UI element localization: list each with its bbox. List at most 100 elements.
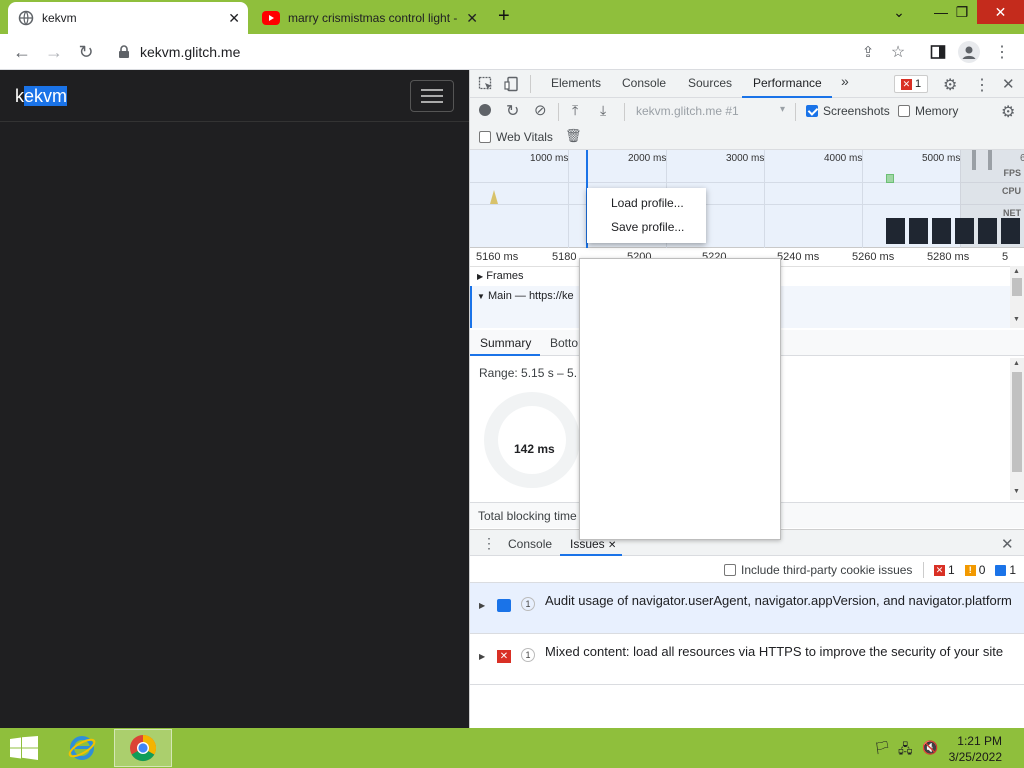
profile-avatar-icon[interactable] xyxy=(957,40,981,64)
address-bar[interactable]: kekvm.glitch.me xyxy=(106,38,846,66)
load-profile-menu-item[interactable]: Load profile... xyxy=(587,194,706,218)
clear-icon[interactable]: ⊘ xyxy=(534,101,547,119)
range-text: Range: 5.15 s – 5. xyxy=(479,366,578,380)
chrome-menu-icon[interactable]: ⋮ xyxy=(990,40,1014,64)
internet-explorer-icon[interactable] xyxy=(53,729,111,767)
chevron-down-icon[interactable]: ▾ xyxy=(780,104,785,115)
reload-record-icon[interactable]: ↻ xyxy=(506,101,519,121)
tab-search-icon[interactable]: ⌄ xyxy=(878,0,920,24)
close-tab-icon[interactable]: ✕ xyxy=(228,10,240,27)
close-tab-icon[interactable]: ✕ xyxy=(466,10,478,27)
warning-count: 0 xyxy=(978,563,986,577)
timeline-overview[interactable]: 1000 ms 2000 ms 3000 ms 4000 ms 5000 ms … xyxy=(470,150,1024,248)
address-text: kekvm.glitch.me xyxy=(140,44,241,60)
overview-tick: 5000 ms xyxy=(922,153,961,164)
upload-profile-icon[interactable]: ⤒ xyxy=(572,102,578,119)
donut-total: 142 ms xyxy=(514,442,555,456)
drawer-menu-icon[interactable]: ⋮ xyxy=(482,535,496,552)
summary-scrollbar[interactable]: ▲ ▼ xyxy=(1010,358,1024,500)
chrome-taskbar-icon[interactable] xyxy=(114,729,172,767)
issue-row[interactable]: ▶ 1 Audit usage of navigator.userAgent, … xyxy=(470,583,1024,634)
issues-toolbar: Include third-party cookie issues ✕ 1 ! 0 … xyxy=(470,556,1024,583)
share-icon[interactable]: ⇪ xyxy=(856,40,880,64)
inspect-element-icon[interactable] xyxy=(478,76,494,92)
system-clock[interactable]: 1:21 PM 3/25/2022 xyxy=(949,733,1002,765)
detail-tick: 5240 ms xyxy=(777,251,820,263)
drawer-tab-console[interactable]: Console xyxy=(508,537,552,551)
expand-arrow-icon[interactable]: ▶ xyxy=(479,652,485,661)
tab-title: kekvm xyxy=(42,11,77,25)
screenshot-thumbnail xyxy=(909,218,928,244)
close-drawer-icon[interactable]: ✕ xyxy=(1001,535,1014,553)
record-icon[interactable] xyxy=(479,104,491,116)
frames-track[interactable]: ▶ Frames xyxy=(477,270,524,282)
capture-settings-icon[interactable]: ⚙ xyxy=(1001,102,1015,122)
issue-count: 1 xyxy=(521,597,535,611)
tab-summary[interactable]: Summary xyxy=(480,336,531,350)
screenshots-checkbox[interactable]: Screenshots xyxy=(806,104,890,118)
brand-logo[interactable]: kekvm xyxy=(15,86,68,107)
main-label: Main — https://ke xyxy=(487,290,574,302)
tab-youtube[interactable]: marry crismistmas control light - ✕ xyxy=(252,2,486,34)
tab-console[interactable]: Console xyxy=(622,76,666,90)
memory-label: Memory xyxy=(915,104,959,118)
windows-start-icon[interactable] xyxy=(10,736,38,763)
detail-tick: 5180 xyxy=(552,251,577,263)
issue-counters[interactable]: ✕ 1 ! 0 1 xyxy=(934,563,1016,577)
web-vitals-checkbox[interactable]: Web Vitals xyxy=(479,130,553,144)
profile-select[interactable]: kekvm.glitch.me #1 xyxy=(636,104,739,118)
navbar-toggle-button[interactable] xyxy=(410,80,454,112)
tab-sources[interactable]: Sources xyxy=(688,76,732,90)
network-icon[interactable]: 🖧 xyxy=(898,740,913,762)
selection-end-handle[interactable] xyxy=(972,150,976,170)
settings-gear-icon[interactable]: ⚙ xyxy=(943,75,957,95)
clock-time: 1:21 PM xyxy=(957,734,1002,748)
download-profile-icon[interactable]: ⤓ xyxy=(600,102,606,119)
action-center-flag-icon[interactable]: 🏳 xyxy=(874,740,891,756)
error-count-badge[interactable]: ✕ 1 xyxy=(894,75,928,93)
expand-arrow-icon[interactable]: ▶ xyxy=(479,601,485,610)
close-devtools-icon[interactable]: ✕ xyxy=(1002,75,1015,93)
memory-checkbox[interactable]: Memory xyxy=(898,104,958,118)
reload-button[interactable]: ↻ xyxy=(74,40,98,64)
back-button[interactable]: ← xyxy=(10,40,34,64)
screenshot-thumbnail xyxy=(978,218,997,244)
detail-tick: 5260 ms xyxy=(852,251,895,263)
new-tab-button[interactable]: + xyxy=(498,5,510,28)
tab-performance[interactable]: Performance xyxy=(753,76,822,90)
side-panel-icon[interactable] xyxy=(926,40,950,64)
volume-muted-icon[interactable]: 🔇 xyxy=(922,740,938,756)
issue-text: Mixed content: load all resources via HT… xyxy=(545,644,1004,659)
tab-bottom-up[interactable]: Botto xyxy=(550,336,578,350)
error-icon: ✕ xyxy=(934,564,945,576)
info-icon xyxy=(995,564,1007,576)
overview-tick: 2000 ms xyxy=(628,153,667,164)
more-tabs-button[interactable]: » xyxy=(841,73,849,89)
blank-dropdown-popup xyxy=(579,258,781,540)
bookmark-star-icon[interactable]: ☆ xyxy=(886,40,910,64)
overview-tick: 1000 ms xyxy=(530,153,569,164)
globe-icon xyxy=(18,10,34,26)
issue-row[interactable]: ▶ ✕ 1 Mixed content: load all resources … xyxy=(470,634,1024,685)
issue-count: 1 xyxy=(521,648,535,662)
third-party-label: Include third-party cookie issues xyxy=(741,563,913,577)
device-toolbar-icon[interactable] xyxy=(504,76,520,92)
save-profile-menu-item[interactable]: Save profile... xyxy=(587,218,706,242)
devtools-menu-icon[interactable]: ⋮ xyxy=(974,75,990,95)
close-window-button[interactable]: ✕ xyxy=(977,0,1024,24)
main-track-header[interactable]: ▼ Main — https://ke xyxy=(477,290,574,302)
tab-kekvm[interactable]: kekvm ✕ xyxy=(8,2,248,34)
browser-titlebar: kekvm ✕ marry crismistmas control light … xyxy=(0,0,1024,34)
trash-icon[interactable]: 🗑 xyxy=(565,128,582,144)
detail-scrollbar[interactable]: ▲ ▼ xyxy=(1010,266,1024,328)
third-party-checkbox[interactable]: Include third-party cookie issues xyxy=(724,563,912,577)
context-menu: Load profile... Save profile... xyxy=(587,188,706,243)
forward-button[interactable]: → xyxy=(42,40,66,64)
windows-taskbar: 🏳 🖧 🔇 1:21 PM 3/25/2022 xyxy=(0,728,1024,768)
web-page: kekvm xyxy=(0,70,469,728)
error-count: 1 xyxy=(914,78,922,90)
close-tab-icon[interactable]: ✕ xyxy=(608,540,616,551)
info-issue-icon xyxy=(497,599,511,612)
overview-tick: 4000 ms xyxy=(824,153,863,164)
tab-elements[interactable]: Elements xyxy=(551,76,601,90)
